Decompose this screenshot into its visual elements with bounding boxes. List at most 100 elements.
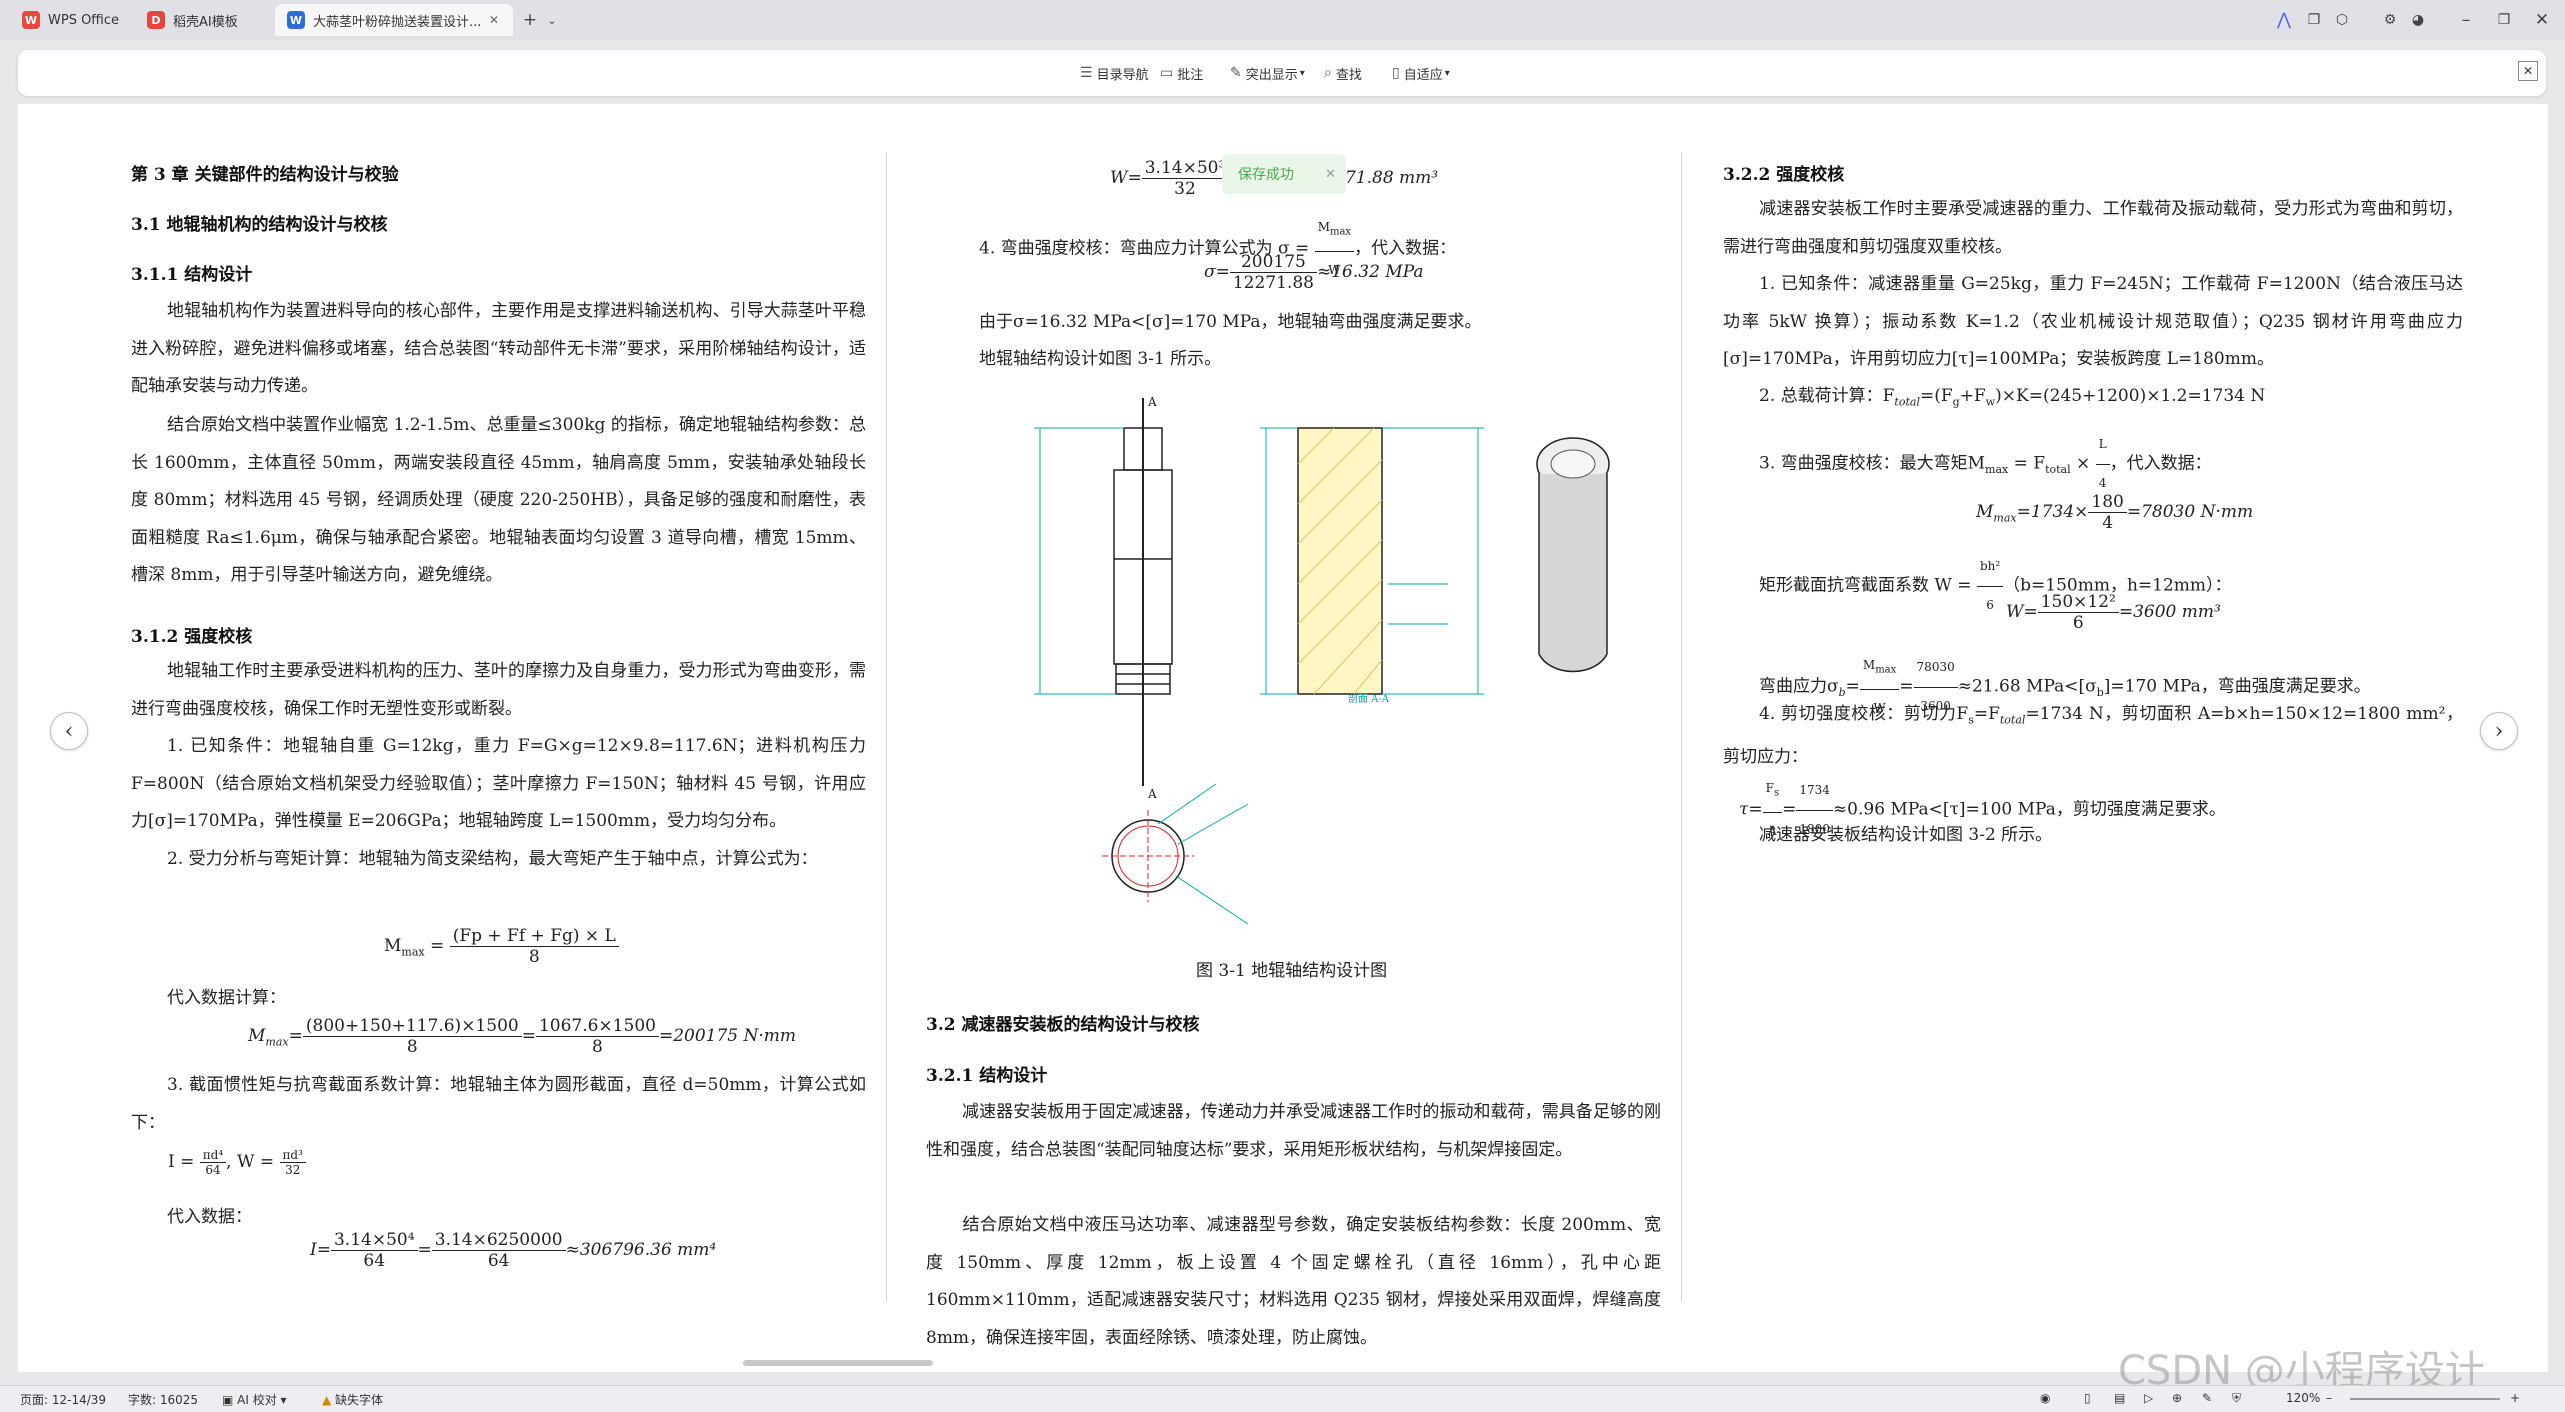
ai-proofread-button[interactable]: ▣ AI 校对 ▾ [222, 1391, 287, 1408]
formula-inertia-calc: I= 3.14×50⁴ 64 = 3.14×6250000 64 ≈306796.36 mm… [310, 1230, 717, 1271]
chevron-down-icon: ▾ [1299, 67, 1305, 79]
paragraph: 由于σ=16.32 MPa<[σ]=170 MPa，地辊轴弯曲强度满足要求。 [979, 312, 1482, 332]
web-view-icon[interactable]: ⊕ [2172, 1391, 2182, 1405]
adapt-button[interactable]: ▯ 自适应 ▾ [1392, 62, 1450, 84]
paragraph: 3. 截面惯性矩与抗弯截面系数计算：地辊轴主体为圆形截面，直径 d=50mm，计… [131, 1075, 866, 1133]
fit-page-icon: ▯ [1392, 65, 1400, 81]
word-count[interactable]: 字数: 16025 [128, 1391, 198, 1408]
adapt-label: 自适应 [1403, 67, 1443, 83]
formula-w-plate: W= 150×12² 6 =3600 mm³ [2006, 592, 2221, 633]
tab-wps-office[interactable]: W WPS Office [10, 4, 125, 36]
settings-icon[interactable]: ⚙ [2378, 8, 2402, 32]
svg-text:剖面 A-A: 剖面 A-A [1348, 692, 1390, 705]
eye-icon[interactable]: ◉ [2040, 1391, 2050, 1405]
zoom-slider[interactable] [2350, 1398, 2500, 1400]
close-icon[interactable]: ✕ [1325, 167, 1336, 182]
svg-text:A: A [1147, 787, 1157, 801]
daoke-logo-icon: D [147, 11, 165, 29]
zoom-in-icon[interactable]: + [2510, 1391, 2520, 1405]
avatar[interactable]: ◕ [2406, 8, 2430, 32]
missing-font-button[interactable]: ▲ 缺失字体 [322, 1391, 383, 1408]
cube-icon[interactable]: ⬡ [2330, 8, 2354, 32]
svg-text:A: A [1147, 395, 1157, 409]
tab-document[interactable]: W 大蒜茎叶粉碎抛送装置设计... ✕ [275, 4, 513, 36]
formula-mmax: Mmax = (Fp + Ff + Fg) × L8 [384, 926, 619, 967]
section-heading: 3.1 地辊轴机构的结构设计与校核 [131, 215, 388, 235]
paragraph: 地辊轴机构作为装置进料导向的核心部件，主要作用是支撑进料输送机构、引导大蒜茎叶平… [131, 301, 866, 396]
paragraph: 4. 剪切强度校核：剪切力Fs=Ftotal=1734 N，剪切面积 A=b×h… [1723, 704, 2463, 767]
window-icon[interactable]: ❐ [2302, 8, 2326, 32]
column-divider [886, 152, 887, 1302]
outline-view-icon[interactable]: ▤ [2114, 1391, 2125, 1405]
exit-reading-icon[interactable]: ✕ [2518, 61, 2538, 81]
paragraph: 3. 弯曲强度校核：最大弯矩Mmax = Ftotal × L 4 ，代入数据： [1723, 426, 2463, 502]
tab-daoke-ai[interactable]: D 稻壳AI模板 [135, 4, 270, 36]
chevron-down-icon[interactable]: ⌄ [540, 8, 564, 32]
subsection-heading: 3.2.2 强度校核 [1723, 165, 1845, 185]
title-bar: W WPS Office D 稻壳AI模板 W 大蒜茎叶粉碎抛送装置设计... … [0, 0, 2565, 40]
close-window-icon[interactable]: ✕ [2530, 8, 2554, 32]
chapter-heading: 第 3 章 关键部件的结构设计与校验 [131, 165, 399, 185]
highlight-icon: ✎ [1230, 65, 1242, 81]
proofread-icon: ▣ [222, 1393, 238, 1407]
toc-nav-label: 目录导航 [1096, 67, 1149, 83]
chevron-down-icon: ▾ [1444, 67, 1450, 79]
section-heading: 3.2 减速器安装板的结构设计与校核 [926, 1015, 1200, 1035]
paragraph: 减速器安装板结构设计如图 3-2 所示。 [1759, 825, 2053, 845]
paragraph: 2. 受力分析与弯矩计算：地辊轴为简支梁结构，最大弯矩产生于轴中点，计算公式为： [167, 849, 818, 869]
formula-mmax-plate: Mmax=1734× 180 4 =78030 N·mm [1976, 492, 2254, 533]
formula-inertia: I = πd⁴ 64, W = πd³ 32 [168, 1148, 306, 1177]
highlight-button[interactable]: ✎ 突出显示 ▾ [1230, 62, 1305, 84]
paragraph: 1. 已知条件：减速器重量 G=25kg，重力 F=245N；工作载荷 F=12… [1723, 274, 2463, 369]
close-tab-icon[interactable]: ✕ [489, 13, 499, 27]
paragraph: 结合原始文档中液压马达功率、减速器型号参数，确定安装板结构参数：长度 200mm… [926, 1215, 1661, 1348]
page-indicator[interactable]: 页面: 12-14/39 [20, 1391, 106, 1408]
play-icon[interactable]: ▷ [2144, 1391, 2153, 1405]
paragraph: 减速器安装板工作时主要承受减速器的重力、工作载荷及振动载荷，受力形式为弯曲和剪切… [1723, 199, 2463, 257]
paragraph: 地辊轴工作时主要承受进料机构的压力、茎叶的摩擦力及自身重力，受力形式为弯曲变形，… [131, 661, 866, 719]
paragraph: 1. 已知条件：地辊轴自重 G=12kg，重力 F=G×g=12×9.8=117… [131, 736, 866, 831]
chevron-left-icon: ‹ [64, 718, 74, 744]
toast-label: 保存成功 [1238, 167, 1294, 183]
new-tab-icon[interactable]: + [518, 8, 542, 32]
highlight-label: 突出显示 [1245, 67, 1298, 83]
figure-caption: 图 3-1 地辊轴结构设计图 [1196, 961, 1388, 981]
zoom-level[interactable]: 120% [2286, 1391, 2320, 1405]
paragraph: 减速器安装板用于固定减速器，传递动力并承受减速器工作时的振动和载荷，需具备足够的… [926, 1102, 1661, 1160]
toc-nav-button[interactable]: ☰ 目录导航 [1080, 62, 1149, 84]
edit-icon[interactable]: ✎ [2202, 1391, 2212, 1405]
comment-button[interactable]: ▭ 批注 [1160, 62, 1203, 84]
subsection-heading: 3.2.1 结构设计 [926, 1066, 1048, 1086]
paragraph: 地辊轴结构设计如图 3-1 所示。 [979, 349, 1222, 369]
horizontal-scrollbar[interactable] [743, 1360, 933, 1366]
shaft-drawing: A A 剖面 A-A [1034, 395, 1610, 925]
wps-logo-icon: W [22, 11, 40, 29]
minimize-icon[interactable]: – [2454, 8, 2478, 32]
zoom-out-icon[interactable]: – [2326, 1391, 2332, 1405]
document-page: 第 3 章 关键部件的结构设计与校验 3.1 地辊轴机构的结构设计与校核 3.1… [18, 104, 2548, 1372]
next-page-button[interactable]: › [2480, 712, 2518, 750]
tab-label: 稻壳AI模板 [173, 14, 238, 30]
status-bar: 页面: 12-14/39 字数: 16025 ▣ AI 校对 ▾ ▲ 缺失字体 … [0, 1385, 2565, 1412]
chevron-right-icon: › [2494, 718, 2504, 744]
prev-page-button[interactable]: ‹ [50, 712, 88, 750]
subsection-heading: 3.1.2 强度校核 [131, 627, 253, 647]
column-divider [1681, 152, 1682, 1302]
subsection-heading: 3.1.1 结构设计 [131, 265, 253, 285]
restore-icon[interactable]: ❐ [2492, 8, 2516, 32]
list-icon: ☰ [1080, 65, 1093, 81]
paragraph: 结合原始文档中装置作业幅宽 1.2-1.5m、总重量≤300kg 的指标，确定地… [131, 415, 866, 585]
ai-assistant-icon[interactable]: ⋀ [2272, 8, 2296, 32]
save-success-toast: 保存成功 ✕ [1222, 154, 1346, 194]
comment-label: 批注 [1177, 67, 1204, 83]
formula-stress: σ= 200175 12271.88 ≈16.32 MPa [1204, 252, 1424, 293]
warning-icon: ▲ [322, 1393, 336, 1407]
tab-label: 大蒜茎叶粉碎抛送装置设计... [313, 14, 482, 30]
tab-label: WPS Office [48, 12, 120, 28]
find-button[interactable]: ⌕ 查找 [1324, 62, 1362, 84]
paragraph: 2. 总载荷计算：Ftotal=(Fg+Fw)×K=(245+1200)×1.2… [1759, 386, 2266, 409]
paragraph: 代入数据计算： [167, 988, 286, 1008]
word-doc-icon: W [287, 11, 305, 29]
protect-icon[interactable]: ⛨ [2232, 1391, 2241, 1406]
page-view-icon[interactable]: ▯ [2084, 1391, 2091, 1405]
